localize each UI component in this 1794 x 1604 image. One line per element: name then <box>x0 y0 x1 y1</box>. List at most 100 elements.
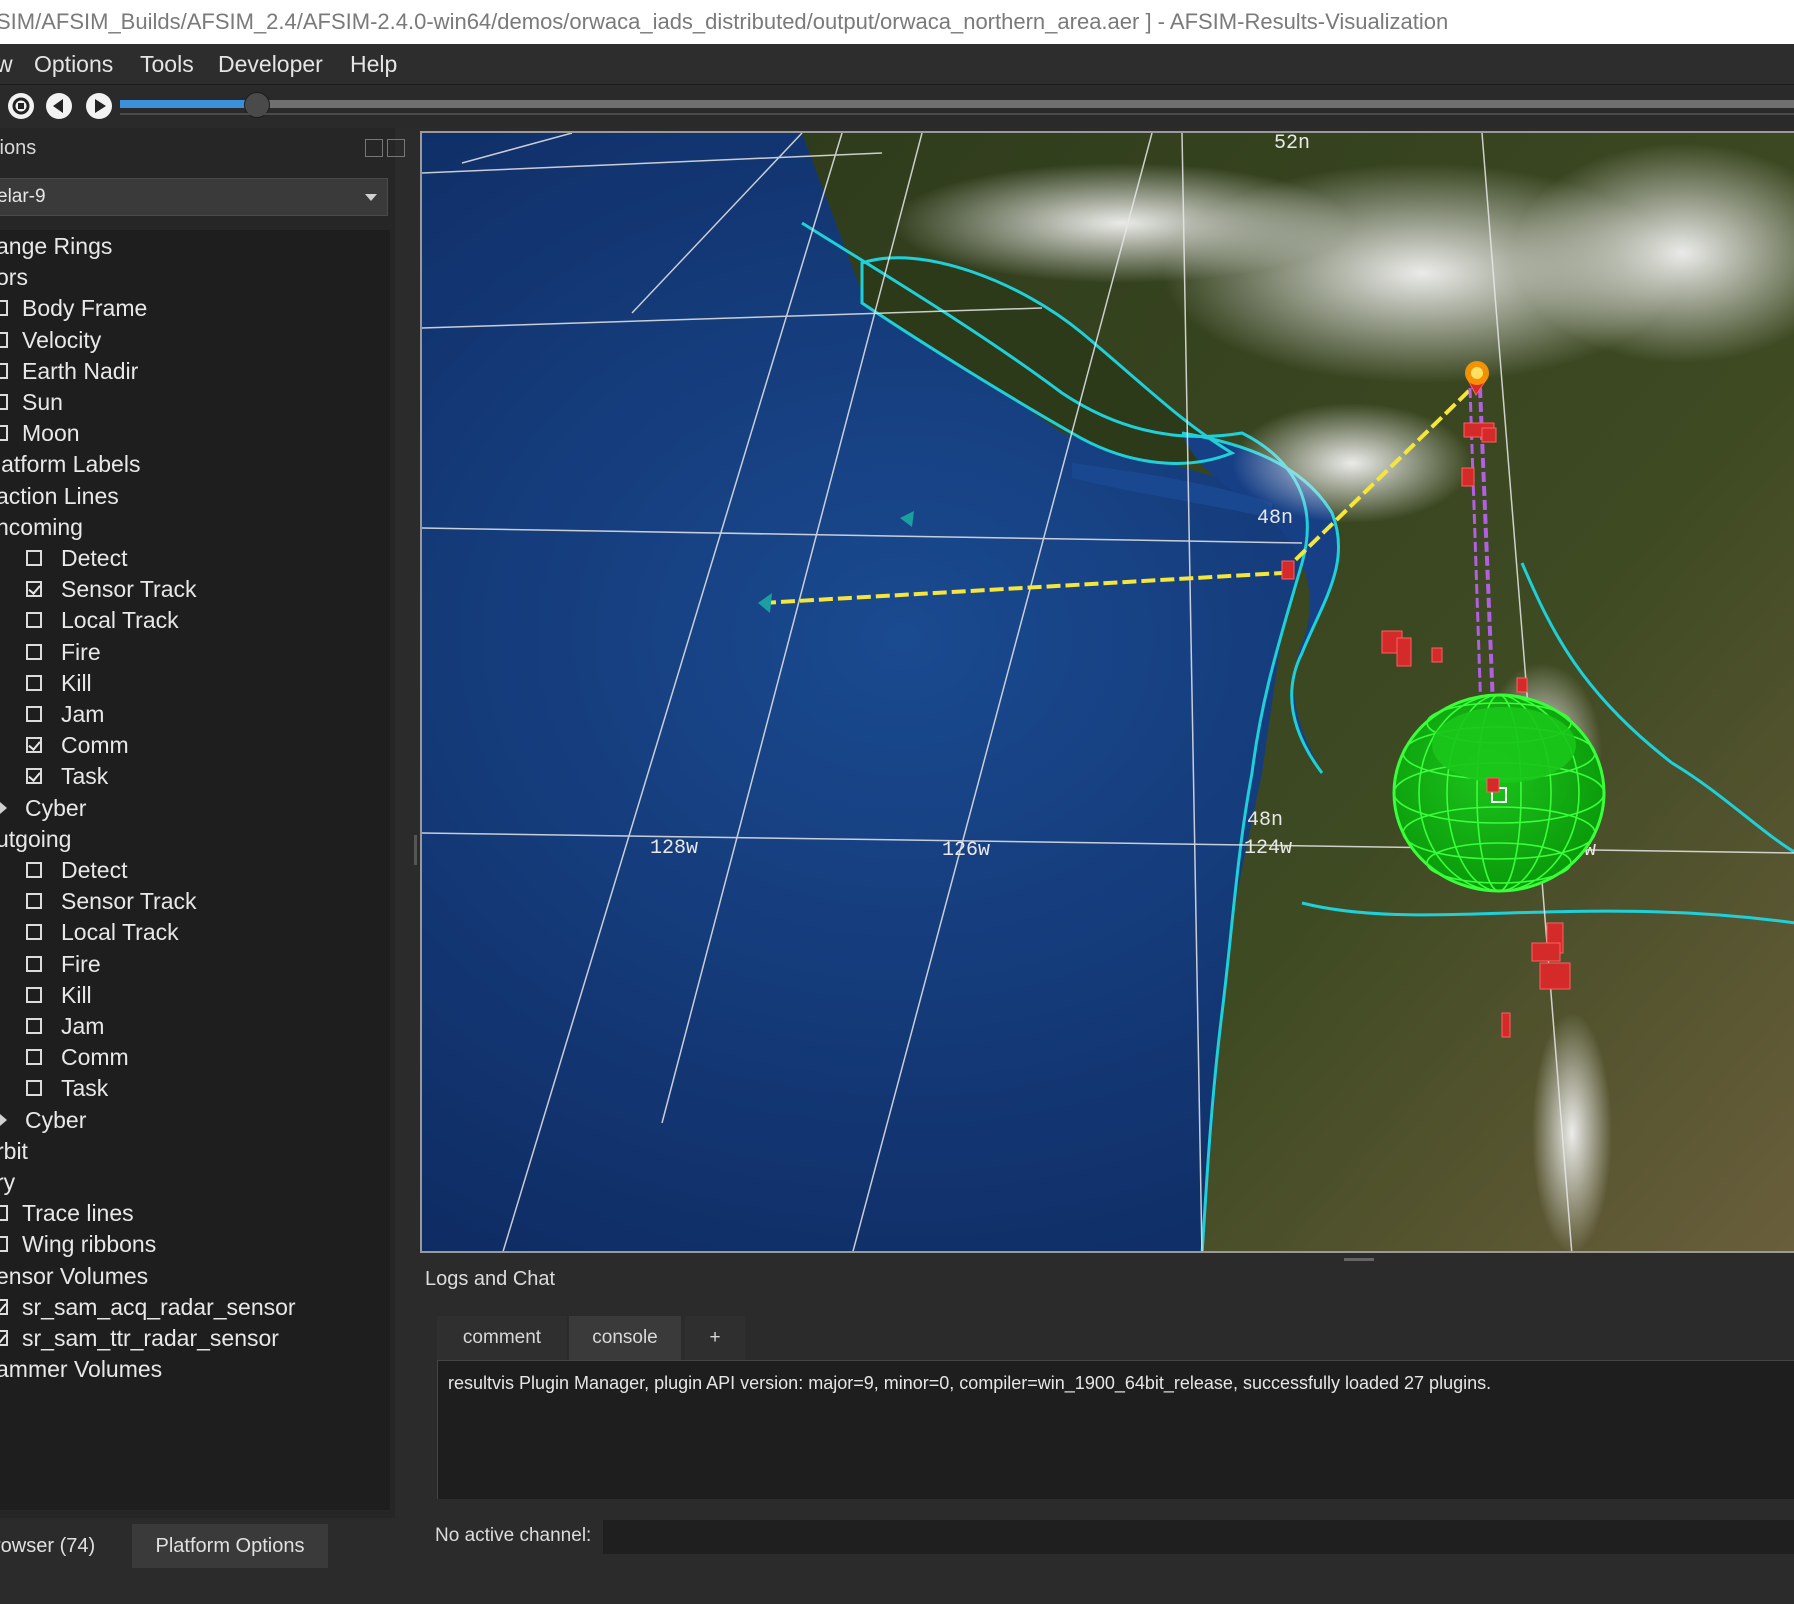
tree-checkbox[interactable] <box>0 332 8 348</box>
tree-checkbox[interactable] <box>26 706 42 722</box>
menu-options[interactable]: Options <box>34 44 113 84</box>
panel-splitter[interactable] <box>414 835 417 865</box>
log-resize-handle[interactable] <box>1344 1258 1374 1261</box>
platform-select[interactable]: elar-9 <box>0 178 388 216</box>
tree-item-label: ors <box>0 264 28 290</box>
console-output[interactable]: resultvis Plugin Manager, plugin API ver… <box>437 1360 1794 1499</box>
menu-developer[interactable]: Developer <box>218 44 323 84</box>
emitter-core <box>1471 367 1483 379</box>
timeline-divider <box>120 113 1794 115</box>
tree-item-label: ange Rings <box>0 233 113 259</box>
chat-input[interactable] <box>603 1520 1794 1554</box>
tree-checkbox[interactable] <box>0 1330 8 1346</box>
tree-item-label: Local Track <box>61 919 179 945</box>
timeline-progress <box>120 100 254 108</box>
tree-checkbox[interactable] <box>26 1018 42 1034</box>
tree-item-label: Jam <box>61 1013 105 1039</box>
add-tab-button[interactable]: + <box>685 1316 745 1360</box>
grid-label-128w: 128w <box>650 837 698 860</box>
left-bottom-tabs: rowser (74) Platform Options <box>0 1520 395 1570</box>
tree-item-label: Earth Nadir <box>22 358 139 384</box>
tab-platform-options[interactable]: Platform Options <box>132 1524 328 1568</box>
tree-item-label: Velocity <box>22 327 102 353</box>
tree-item-label: Cyber <box>25 1107 87 1133</box>
play-button[interactable] <box>86 93 112 119</box>
tree-item-label: ncoming <box>0 514 83 540</box>
tree-checkbox[interactable] <box>26 862 42 878</box>
tree-item-label: Fire <box>61 951 101 977</box>
tree-checkbox[interactable] <box>0 300 8 316</box>
tree-item-label: Task <box>61 763 109 789</box>
tree-item-label: Comm <box>61 732 129 758</box>
grid-label-52n: 52n <box>1274 133 1310 155</box>
tree-checkbox[interactable] <box>0 425 8 441</box>
channel-row: No active channel: <box>425 1516 1794 1556</box>
close-panel-icon[interactable] <box>387 139 405 157</box>
tree-item-label: utgoing <box>0 826 72 852</box>
tree-item-label: Wing ribbons <box>22 1231 157 1257</box>
menu-bar: w Options Tools Developer Help <box>0 44 1794 85</box>
tree-checkbox[interactable] <box>26 1049 42 1065</box>
menu-view[interactable]: w <box>0 44 13 84</box>
tree-checkbox[interactable] <box>26 675 42 691</box>
grid-label-126w: 126w <box>942 839 990 862</box>
step-back-button[interactable] <box>46 93 72 119</box>
tree-checkbox[interactable] <box>26 987 42 1003</box>
tree-item-label: Trace lines <box>22 1200 134 1226</box>
tree-checkbox[interactable] <box>0 1205 8 1221</box>
tree-checkbox[interactable] <box>0 1299 8 1315</box>
snow-cap <box>1532 1013 1612 1251</box>
log-line: resultvis Plugin Manager, plugin API ver… <box>448 1373 1492 1393</box>
tree-item-label: Kill <box>61 982 92 1008</box>
tree-item-label: Fire <box>61 639 101 665</box>
tree-item-label: sr_sam_acq_radar_sensor <box>22 1294 296 1320</box>
tree-checkbox[interactable] <box>26 893 42 909</box>
tree-checkbox[interactable] <box>26 1080 42 1096</box>
tree-checkbox[interactable] <box>26 581 42 597</box>
tree-checkbox[interactable] <box>26 550 42 566</box>
tree-item-label: sr_sam_ttr_radar_sensor <box>22 1325 279 1351</box>
tree-checkbox[interactable] <box>26 956 42 972</box>
chevron-down-icon <box>365 194 377 201</box>
menu-help[interactable]: Help <box>350 44 397 84</box>
tree-item-label: Detect <box>61 545 128 571</box>
grid-label-48n: 48n <box>1257 507 1293 530</box>
grid-label-124w: 124w <box>1244 837 1292 860</box>
tree-item-label: Sun <box>22 389 63 415</box>
restart-button[interactable] <box>8 93 34 119</box>
tree-item-label: latform Labels <box>0 451 141 477</box>
tab-comment[interactable]: comment <box>437 1316 567 1360</box>
tree-item-label: Comm <box>61 1044 129 1070</box>
channel-label: No active channel: <box>435 1525 592 1546</box>
tree-checkbox[interactable] <box>26 737 42 753</box>
window-title: SIM/AFSIM_Builds/AFSIM_2.4/AFSIM-2.4.0-w… <box>0 0 1794 44</box>
expand-arrow-icon[interactable] <box>0 802 7 814</box>
restart-icon <box>12 97 30 115</box>
float-panel-icon[interactable] <box>365 139 383 157</box>
tab-platform-browser[interactable]: rowser (74) <box>0 1524 114 1568</box>
tree-item-label: action Lines <box>0 483 119 509</box>
menu-tools[interactable]: Tools <box>140 44 194 84</box>
grid-label-48n-lower: 48n <box>1247 809 1283 832</box>
tab-console[interactable]: console <box>569 1316 681 1360</box>
tree-item-label: Sensor Track <box>61 576 197 602</box>
tree-checkbox[interactable] <box>26 924 42 940</box>
tree-checkbox[interactable] <box>0 394 8 410</box>
tree-checkbox[interactable] <box>0 363 8 379</box>
step-back-icon <box>53 99 63 113</box>
tree-item-label: ry <box>0 1169 16 1195</box>
platform-select-value: elar-9 <box>0 186 46 207</box>
timeline-slider[interactable] <box>120 100 1794 108</box>
tree-checkbox[interactable] <box>0 1236 8 1252</box>
sensor-volume[interactable] <box>1392 693 1606 893</box>
tree-item-label: Detect <box>61 857 128 883</box>
tree-item-label: Moon <box>22 420 80 446</box>
tree-checkbox[interactable] <box>26 612 42 628</box>
tree-checkbox[interactable] <box>26 768 42 784</box>
map-canvas[interactable]: 52n 48n 48n 128w 126w 124w w <box>422 133 1794 1253</box>
tree-item-label: rbit <box>0 1138 28 1164</box>
tree-checkbox[interactable] <box>26 644 42 660</box>
tree-item-label: Body Frame <box>22 295 148 321</box>
map-view[interactable]: 52n 48n 48n 128w 126w 124w w <box>420 131 1794 1253</box>
expand-arrow-icon[interactable] <box>0 1114 7 1126</box>
